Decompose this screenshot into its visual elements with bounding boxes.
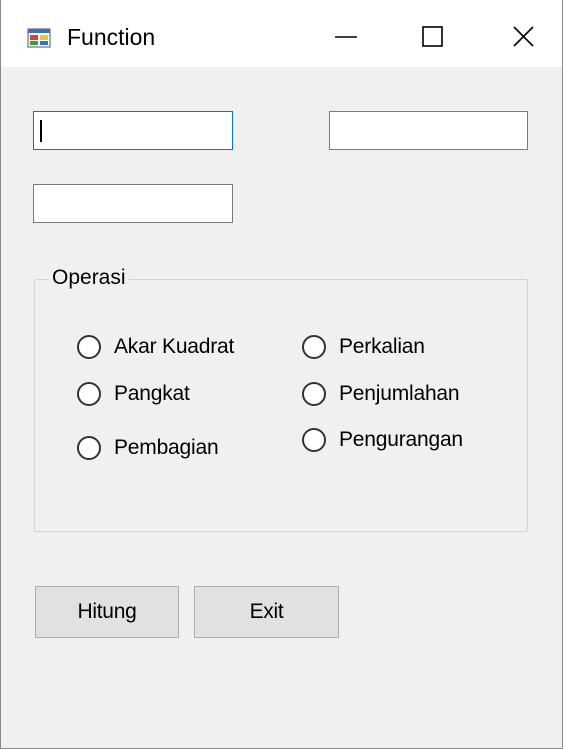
radio-pengurangan[interactable]: Pengurangan: [302, 428, 463, 452]
hitung-button[interactable]: Hitung: [35, 586, 179, 638]
radio-circle[interactable]: [77, 436, 101, 460]
input-field-1[interactable]: [33, 111, 233, 150]
radio-perkalian[interactable]: Perkalian: [302, 335, 425, 359]
close-icon: [513, 26, 534, 47]
text-caret: [40, 120, 42, 142]
operasi-groupbox: Operasi Akar Kuadrat Pangkat Pembagian P…: [34, 266, 528, 532]
radio-label: Pembagian: [114, 436, 219, 459]
radio-label: Penjumlahan: [339, 382, 460, 405]
exit-button[interactable]: Exit: [194, 586, 339, 638]
radio-label: Pengurangan: [339, 428, 463, 451]
maximize-icon: [422, 26, 443, 47]
operasi-group-label: Operasi: [49, 266, 129, 290]
result-field[interactable]: [33, 184, 233, 223]
radio-akar-kuadrat[interactable]: Akar Kuadrat: [77, 335, 234, 359]
form-client-area: Operasi Akar Kuadrat Pangkat Pembagian P…: [1, 67, 562, 748]
radio-circle[interactable]: [302, 428, 326, 452]
radio-circle[interactable]: [302, 382, 326, 406]
minimize-button[interactable]: [301, 0, 387, 67]
radio-penjumlahan[interactable]: Penjumlahan: [302, 382, 460, 406]
radio-label: Perkalian: [339, 335, 425, 358]
function-window: Function Operasi Akar Kuadrat Pangkat Pe…: [0, 0, 563, 749]
input-field-2[interactable]: [329, 111, 528, 150]
close-button[interactable]: [477, 0, 563, 67]
radio-label: Akar Kuadrat: [114, 335, 235, 358]
radio-label: Pangkat: [114, 382, 190, 405]
radio-circle[interactable]: [77, 335, 101, 359]
title-bar[interactable]: Function: [1, 0, 562, 67]
maximize-button[interactable]: [389, 0, 475, 67]
radio-circle[interactable]: [77, 382, 101, 406]
winforms-app-icon: [27, 26, 51, 50]
radio-pembagian[interactable]: Pembagian: [77, 436, 219, 460]
window-title: Function: [67, 24, 156, 50]
radio-pangkat[interactable]: Pangkat: [77, 382, 190, 406]
radio-circle[interactable]: [302, 335, 326, 359]
minimize-icon: [335, 36, 357, 38]
